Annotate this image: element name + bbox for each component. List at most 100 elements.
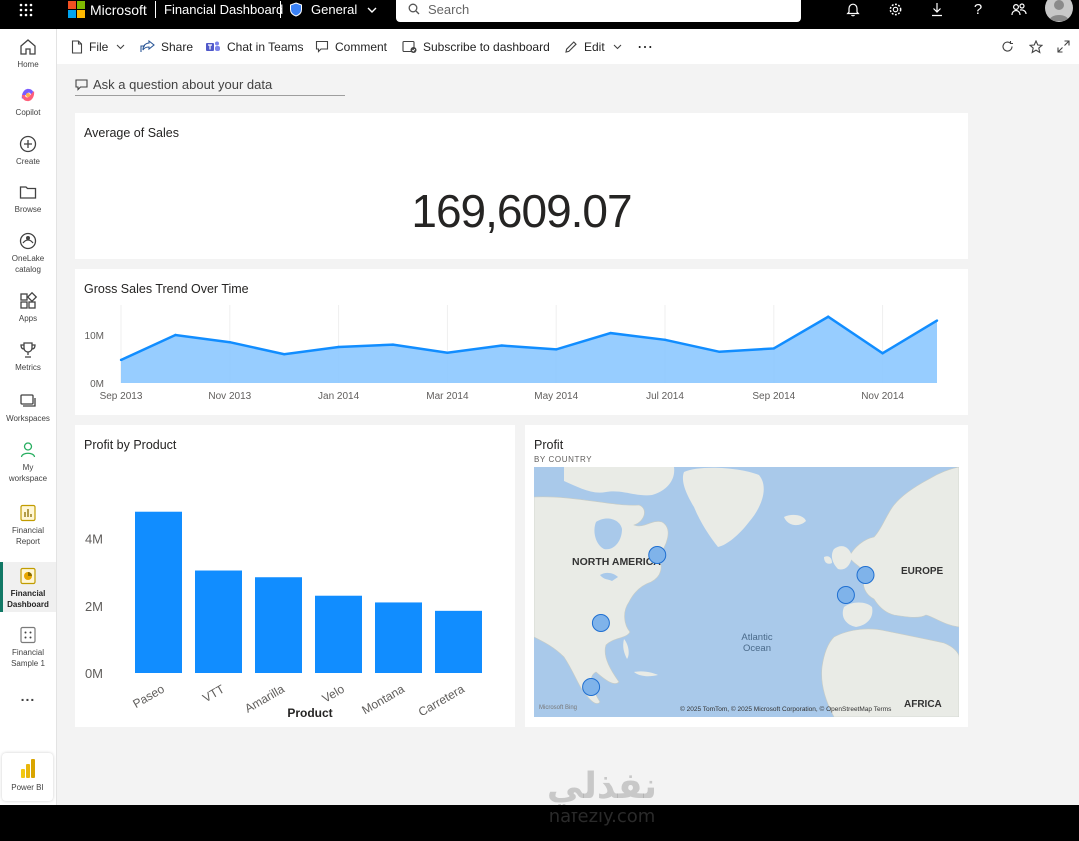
bar [435, 610, 482, 673]
share-icon [140, 40, 155, 52]
file-menu[interactable]: File [71, 29, 131, 64]
tile-profit-by-product[interactable]: Profit by Product 0M 2M 4M Paseo VTT Amarilla… [75, 425, 515, 727]
workspace-selector[interactable]: General [289, 0, 377, 19]
x-tick-label: Paseo [130, 682, 167, 711]
gross-sales-area-chart: Sep 2013 Nov 2013 Jan 2014 Mar 2014 May 2014… [85, 305, 939, 402]
edit-menu[interactable]: Edit [564, 29, 628, 64]
nav-item-onelake-catalog[interactable]: OneLake catalog [0, 231, 56, 275]
chat-label: Chat in Teams [227, 39, 304, 54]
nav-more-button[interactable]: ... [0, 689, 56, 703]
semantic-model-icon [20, 626, 36, 644]
nav-item-my-workspace[interactable]: My workspace [0, 440, 56, 484]
nav-item-home[interactable]: Home [0, 37, 56, 70]
y-tick-label: 0M [85, 666, 103, 681]
help-icon[interactable]: ? [967, 0, 989, 19]
avatar[interactable] [1045, 0, 1073, 22]
area-fill [121, 316, 937, 383]
nav-item-financial-report[interactable]: Financial Report [0, 503, 56, 547]
report-name[interactable]: Financial Dashboard [164, 0, 283, 19]
power-bi-logo-icon [20, 759, 35, 778]
power-bi-switcher[interactable]: Power BI [2, 753, 53, 801]
data-point [446, 351, 449, 354]
x-tick-label: Montana [359, 682, 407, 718]
profit-by-product-bar-chart: 0M 2M 4M Paseo VTT Amarilla Velo Montana Carrete… [85, 511, 482, 720]
nav-item-browse[interactable]: Browse [0, 182, 56, 215]
nav-label: Financial Report [11, 526, 44, 546]
bar [135, 511, 182, 673]
app-launcher-icon[interactable] [19, 0, 33, 19]
profit-bubble [648, 546, 667, 564]
nav-item-copilot[interactable]: Copilot [0, 85, 56, 118]
download-icon[interactable] [926, 0, 948, 19]
x-tick-label: Nov 2013 [208, 391, 251, 402]
kpi-value: 169,609.07 [411, 185, 632, 237]
x-tick-label: Jul 2014 [646, 391, 684, 402]
report-icon [20, 504, 36, 522]
share-people-icon[interactable] [1008, 0, 1030, 19]
bar [375, 602, 422, 673]
data-point [228, 341, 231, 344]
more-options-button[interactable]: ⋯ [637, 29, 653, 64]
data-point [500, 344, 503, 347]
apps-icon [20, 291, 38, 309]
tile-profit-map[interactable]: Profit BY COUNTRY NORTH AMERICA EUROPE A… [525, 425, 968, 727]
refresh-icon[interactable] [1001, 29, 1020, 64]
chevron-down-icon [367, 7, 377, 13]
data-point [174, 333, 177, 337]
map-label-ocean: Atlantic Ocean [741, 632, 772, 654]
nav-label: Metrics [15, 363, 41, 372]
nav-item-metrics[interactable]: Metrics [0, 340, 56, 373]
nav-item-create[interactable]: Create [0, 134, 56, 167]
divider [280, 1, 281, 18]
chevron-down-icon [116, 44, 125, 49]
data-point [555, 348, 558, 351]
chevron-down-icon [613, 44, 622, 49]
search-input[interactable]: Search [396, 0, 801, 22]
pencil-icon [565, 40, 577, 53]
person-icon [20, 442, 36, 458]
workspaces-icon [20, 394, 36, 407]
favorite-star-icon[interactable] [1029, 29, 1049, 64]
folder-icon [19, 186, 37, 199]
x-axis-title: Product [287, 706, 332, 720]
nav-item-financial-dashboard[interactable]: Financial Dashboard [0, 562, 56, 612]
nav-label: My workspace [8, 463, 48, 483]
chat-in-teams-button[interactable]: Chat in Teams [205, 29, 303, 64]
search-icon [408, 3, 420, 15]
nav-label: Create [15, 157, 40, 166]
shield-icon [290, 2, 302, 17]
x-tick-label: Mar 2014 [426, 391, 469, 402]
x-tick-label: Jan 2014 [318, 391, 360, 402]
subscribe-button[interactable]: Subscribe to dashboard [402, 29, 550, 64]
y-tick-label: 0M [90, 379, 104, 390]
gear-icon[interactable] [884, 0, 906, 19]
microsoft-logo-icon [68, 1, 85, 18]
y-tick-label: 4M [85, 532, 103, 547]
kpi-tile-average-sales[interactable]: Average of Sales 169,609.07 [75, 113, 968, 259]
qna-input[interactable]: Ask a question about your data [75, 74, 345, 96]
microsoft-logo[interactable]: Microsoft [68, 0, 147, 19]
nav-item-financial-sample[interactable]: Financial Sample 1 [0, 625, 56, 669]
chat-bubble-icon [75, 78, 88, 91]
nav-item-workspaces[interactable]: Workspaces [0, 391, 56, 424]
data-point [827, 315, 830, 318]
file-label: File [89, 39, 109, 54]
share-button[interactable]: Share [140, 29, 193, 64]
comment-button[interactable]: Comment [315, 29, 387, 64]
search-placeholder: Search [428, 1, 470, 17]
x-tick-label: Nov 2014 [861, 391, 904, 402]
bell-icon[interactable] [842, 0, 864, 19]
profit-bubble [836, 586, 855, 604]
map-attribution[interactable]: © 2025 TomTom, © 2025 Microsoft Corporat… [680, 705, 892, 713]
bar [255, 577, 302, 673]
expand-icon[interactable] [1057, 29, 1076, 64]
tile-gross-sales-trend[interactable]: Gross Sales Trend Over Time Sep 2013 Nov … [75, 269, 968, 415]
nav-item-apps[interactable]: Apps [0, 291, 56, 324]
top-bar: Microsoft Financial Dashboard General Se… [0, 0, 1079, 29]
tile-title: Average of Sales [84, 126, 179, 140]
qna-placeholder: Ask a question about your data [93, 77, 273, 92]
map-label-africa: AFRICA [904, 699, 942, 710]
y-tick-label: 10M [85, 331, 104, 342]
nav-label: Browse [14, 205, 42, 214]
profit-bubble [856, 566, 875, 584]
